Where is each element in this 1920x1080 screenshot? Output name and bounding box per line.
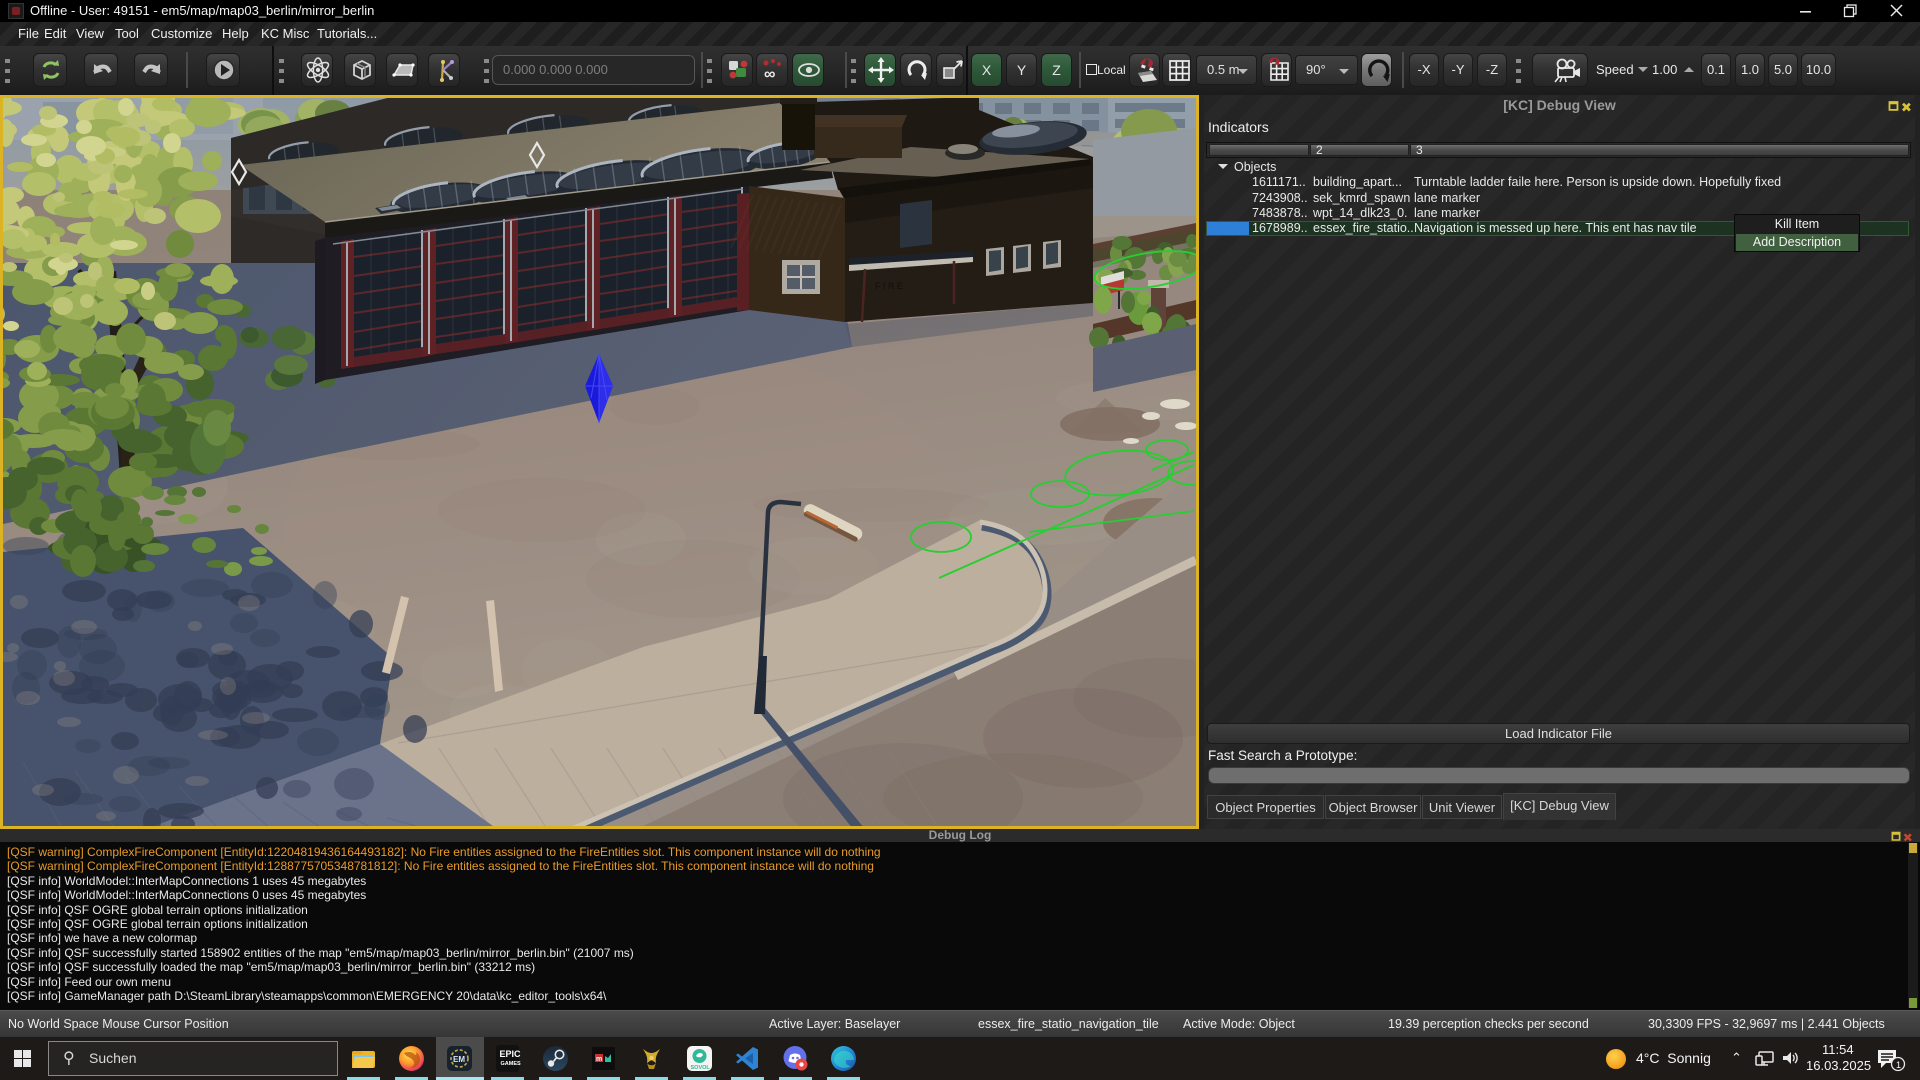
svg-text:GAMES: GAMES [501, 1061, 522, 1067]
svg-text:1: 1 [1896, 1060, 1901, 1070]
svg-text:EM: EM [453, 1055, 465, 1064]
svg-text:∞: ∞ [764, 66, 775, 83]
svg-text:m: m [596, 1056, 602, 1063]
svg-text:SOVOL: SOVOL [691, 1065, 711, 1071]
svg-text:EPIC: EPIC [500, 1049, 522, 1059]
